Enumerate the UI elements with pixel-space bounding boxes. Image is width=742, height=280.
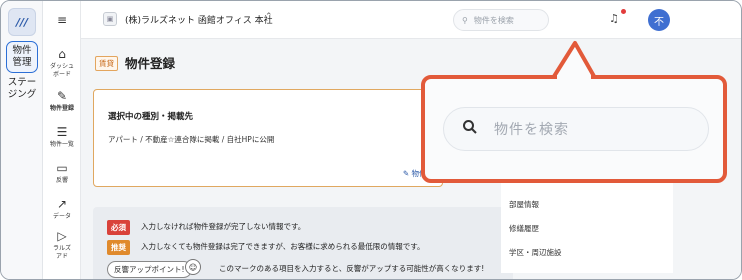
notification-dot bbox=[621, 9, 626, 14]
home-icon: ⌂ bbox=[58, 47, 66, 61]
nav-item-label: データ bbox=[52, 213, 71, 220]
nav-item-dashboard[interactable]: ⌂ ダッシュ ボード bbox=[43, 47, 81, 79]
rail-item-property-management[interactable]: 物件 管理 bbox=[6, 41, 38, 73]
avatar[interactable]: 不 bbox=[648, 9, 670, 31]
rail-item-staging[interactable]: ステー ジング bbox=[6, 77, 38, 101]
top-header: ▣ (株)ラルズネット 函館オフィス 本社 ⌃ ⚲ 物件を検索 ♫ 不 bbox=[81, 1, 741, 39]
nav-item-property-list[interactable]: ☰ 物件一覧 bbox=[43, 125, 81, 149]
rail-item-label: 物件 bbox=[12, 45, 32, 56]
required-badge: 必須 bbox=[107, 220, 130, 235]
nav-item-label: アド bbox=[55, 253, 68, 260]
recommended-badge: 推奨 bbox=[107, 240, 130, 255]
required-text: 入力しなければ物件登録が完了しない情報です。 bbox=[141, 222, 306, 231]
selection-card: 選択中の種別・掲載先 アパート / 不動産☆連合隊に掲載 / 自社HPに公開 ✎… bbox=[93, 89, 443, 187]
chevron-updown-icon[interactable]: ⌃ bbox=[265, 12, 273, 22]
app-window: /// 物件 管理 ステー ジング ≡ ⌂ ダッシュ ボード ✎ 物件登録 ☰ … bbox=[0, 0, 742, 280]
search-placeholder: 物件を検索 bbox=[473, 15, 514, 25]
appeal-point-pill: 反響アップポイント! bbox=[107, 261, 192, 278]
chat-icon: ▭ bbox=[56, 161, 68, 175]
zoomed-search-callout: 物件を検索 bbox=[421, 75, 727, 183]
nav-item-property-register[interactable]: ✎ 物件登録 bbox=[43, 89, 81, 113]
mascot-icon: ☺ bbox=[185, 259, 201, 275]
recommended-text: 入力しなくても物件登録は完了できますが、お客様に求められる最低限の情報です。 bbox=[141, 242, 425, 251]
flag-icon: ▷ bbox=[57, 229, 67, 243]
nav-item-label: 反響 bbox=[55, 177, 68, 184]
search-icon: ⚲ bbox=[462, 15, 468, 25]
app-rail: /// 物件 管理 ステー ジング bbox=[1, 1, 43, 279]
pencil-icon: ✎ bbox=[56, 89, 68, 103]
zoomed-search-placeholder: 物件を検索 bbox=[494, 122, 569, 138]
rail-item-label: 管理 bbox=[12, 57, 32, 68]
side-nav: ≡ ⌂ ダッシュ ボード ✎ 物件登録 ☰ 物件一覧 ▭ 反響 ↗ データ ▷ … bbox=[43, 1, 81, 279]
list-icon: ☰ bbox=[56, 125, 68, 139]
selection-title: 選択中の種別・掲載先 bbox=[108, 112, 194, 122]
nav-item-label: 物件登録 bbox=[49, 105, 74, 112]
page-title: 物件登録 bbox=[125, 56, 176, 71]
search-input[interactable]: ⚲ 物件を検索 bbox=[453, 9, 549, 31]
nav-item-data[interactable]: ↗ データ bbox=[43, 197, 81, 221]
bell-icon[interactable]: ♫ bbox=[609, 12, 619, 25]
rail-item-label: ステー bbox=[7, 77, 37, 88]
edit-icon: ✎ bbox=[402, 169, 412, 178]
nav-item-label: ラルズ bbox=[52, 245, 71, 252]
lease-tag: 賃貸 bbox=[95, 56, 118, 71]
org-switcher-label[interactable]: (株)ラルズネット 函館オフィス 本社 bbox=[125, 13, 273, 26]
nav-item-label: ボード bbox=[52, 71, 71, 78]
trend-icon: ↗ bbox=[56, 197, 68, 211]
section-link-room-info[interactable]: 部屋情報 bbox=[509, 199, 539, 210]
menu-icon[interactable]: ≡ bbox=[43, 13, 81, 29]
search-icon bbox=[462, 119, 478, 139]
section-link-school-district[interactable]: 学区・周辺施設 bbox=[509, 247, 562, 258]
nav-item-ralz-ad[interactable]: ▷ ラルズ アド bbox=[43, 229, 81, 261]
input-guide-card: 必須 入力しなければ物件登録が完了しない情報です。 推奨 入力しなくても物件登録… bbox=[93, 207, 513, 279]
section-link-repair-history[interactable]: 修繕履歴 bbox=[509, 223, 539, 234]
nav-item-inquiries[interactable]: ▭ 反響 bbox=[43, 161, 81, 185]
nav-item-label: 物件一覧 bbox=[49, 141, 74, 148]
app-logo[interactable]: /// bbox=[8, 8, 36, 36]
appeal-text: このマークのある項目を入力すると、反響がアップする可能性が高くなります! bbox=[219, 264, 485, 273]
zoomed-search-input[interactable]: 物件を検索 bbox=[443, 107, 709, 151]
selection-path: アパート / 不動産☆連合隊に掲載 / 自社HPに公開 bbox=[108, 135, 275, 144]
rail-item-label: ジング bbox=[7, 89, 37, 100]
image-icon: ▣ bbox=[103, 12, 117, 26]
nav-item-label: ダッシュ bbox=[49, 63, 74, 70]
